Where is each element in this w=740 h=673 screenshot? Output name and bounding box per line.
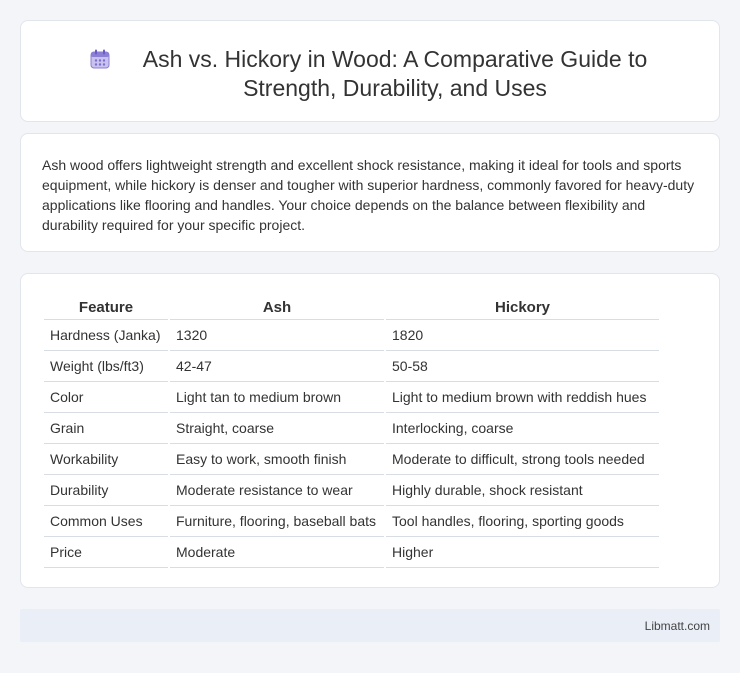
comparison-card: Feature Ash Hickory Hardness (Janka) 1320… (20, 273, 720, 588)
cell-feature: Weight (lbs/ft3) (44, 351, 168, 382)
cell-feature: Grain (44, 413, 168, 444)
table-row: Price Moderate Higher (44, 537, 659, 568)
table-row: Color Light tan to medium brown Light to m… (44, 382, 659, 413)
table-row: Workability Easy to work, smooth finish Mo… (44, 444, 659, 475)
table-row: Common Uses Furniture, flooring, baseball… (44, 506, 659, 537)
cell-feature: Workability (44, 444, 168, 475)
cell-feature: Durability (44, 475, 168, 506)
cell-feature: Color (44, 382, 168, 413)
cell-feature: Hardness (Janka) (44, 320, 168, 351)
footer: Libmatt.com (20, 609, 720, 642)
summary-text: Ash wood offers lightweight strength and… (42, 157, 695, 233)
cell-ash: Furniture, flooring, baseball bats (170, 506, 384, 537)
table-row: Hardness (Janka) 1320 1820 (44, 320, 659, 351)
cell-hickory: Highly durable, shock resistant (386, 475, 659, 506)
cell-hickory: 1820 (386, 320, 659, 351)
cell-hickory: Interlocking, coarse (386, 413, 659, 444)
cell-hickory: Moderate to difficult, strong tools need… (386, 444, 659, 475)
cell-ash: Straight, coarse (170, 413, 384, 444)
cell-ash: Easy to work, smooth finish (170, 444, 384, 475)
cell-hickory: 50-58 (386, 351, 659, 382)
header-hickory: Hickory (386, 296, 659, 320)
cell-hickory: Light to medium brown with reddish hues (386, 382, 659, 413)
header-feature: Feature (44, 296, 168, 320)
comparison-table: Feature Ash Hickory Hardness (Janka) 1320… (42, 296, 661, 568)
table-body: Hardness (Janka) 1320 1820 Weight (lbs/ft3)… (44, 320, 659, 568)
header-ash: Ash (170, 296, 384, 320)
cell-ash: Moderate (170, 537, 384, 568)
cell-feature: Price (44, 537, 168, 568)
table-row: Durability Moderate resistance to wear Hig… (44, 475, 659, 506)
summary-card: Ash wood offers lightweight strength and… (20, 133, 720, 252)
cell-hickory: Tool handles, flooring, sporting goods (386, 506, 659, 537)
cell-hickory: Higher (386, 537, 659, 568)
title-card: Ash vs. Hickory in Wood: A Comparative G… (20, 20, 720, 122)
cell-ash: 1320 (170, 320, 384, 351)
table-header-row: Feature Ash Hickory (44, 296, 659, 320)
page-title: Ash vs. Hickory in Wood: A Comparative G… (142, 46, 648, 101)
table-row: Weight (lbs/ft3) 42-47 50-58 (44, 351, 659, 382)
cell-feature: Common Uses (44, 506, 168, 537)
cell-ash: Moderate resistance to wear (170, 475, 384, 506)
table-row: Grain Straight, coarse Interlocking, coars… (44, 413, 659, 444)
cell-ash: Light tan to medium brown (170, 382, 384, 413)
cell-ash: 42-47 (170, 351, 384, 382)
footer-site-link[interactable]: Libmatt.com (645, 619, 710, 633)
